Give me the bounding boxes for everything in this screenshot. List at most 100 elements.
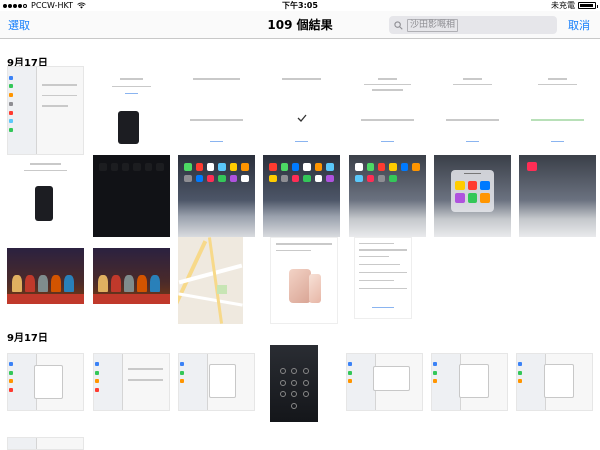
app-icon [355,163,363,171]
setting-icon [95,387,100,392]
photo-thumbnail[interactable] [93,66,170,155]
content-line [360,119,415,121]
content-line [359,271,407,274]
setting-icon [9,379,14,384]
setting-icon [348,370,353,375]
setting-icon [518,370,523,375]
battery-fill [580,4,593,7]
app-icon [314,163,323,171]
photo-thumbnail[interactable] [434,155,511,237]
photo-thumbnail[interactable] [93,353,170,411]
app-icon [467,193,478,203]
photo-thumbnail[interactable] [434,66,511,155]
status-bar: PCCW-HKT 下午3:05 未充電 [0,0,600,11]
folder-popup [450,169,495,213]
app-icon [292,163,300,171]
content-line [41,84,77,86]
photo-thumbnail[interactable] [178,155,255,237]
content-line [210,140,223,143]
photo-thumbnail[interactable] [7,353,84,411]
app-icon [195,163,204,171]
app-icon [241,163,249,171]
photo-thumbnail[interactable] [7,155,84,237]
app-icon [218,163,226,171]
photo-thumbnail[interactable] [93,248,170,304]
app-icon [99,163,107,171]
photo-thumbnail[interactable] [346,353,423,411]
photo-thumbnail[interactable] [519,155,596,237]
photo-thumbnail[interactable] [516,353,593,411]
photo-thumbnail[interactable] [354,237,412,319]
settings-sidebar [347,354,376,410]
map-street [178,292,243,307]
photo-thumbnail[interactable] [178,353,255,411]
content-line [23,169,68,172]
ipad-image [34,186,54,221]
setting-icon [95,379,100,384]
map-park [217,284,228,294]
setting-icon [9,110,14,115]
app-icon [195,174,204,183]
search-icon [394,20,403,30]
content-line [371,306,395,309]
photo-thumbnail[interactable] [349,66,426,155]
app-icon [110,163,119,171]
app-icon [184,174,192,183]
photo-thumbnail[interactable] [178,237,243,324]
game-character [110,274,121,292]
app-icon [389,174,397,183]
cancel-button[interactable]: 取消 [568,17,590,33]
content-line [548,78,567,80]
photo-thumbnail[interactable] [93,155,170,237]
popup-panel [459,364,489,398]
app-icon [229,174,238,183]
nav-bar: 選取 109 個結果 沙田影嘅相 取消 [0,11,600,39]
content-line [530,119,585,121]
photo-thumbnail[interactable] [349,155,426,237]
settings-sidebar [8,67,37,154]
photo-thumbnail[interactable] [263,155,340,237]
keypad-key [302,391,309,398]
photo-thumbnail[interactable] [7,437,84,450]
app-icon [229,163,238,171]
photo-thumbnail[interactable] [270,237,338,324]
settings-sidebar [94,354,123,410]
popup-panel [372,366,410,391]
app-icon [366,163,375,171]
photo-thumbnail[interactable] [431,353,508,411]
setting-icon [180,362,185,367]
photo-thumbnail[interactable] [263,66,340,155]
content-line [193,78,240,80]
content-line [127,368,163,370]
app-icon [314,174,323,183]
app-grid [184,163,249,183]
popup-panel [34,365,63,399]
photo-thumbnail[interactable] [7,66,84,155]
app-icon [378,163,386,171]
app-icon [455,193,465,203]
setting-icon [9,370,14,375]
content-line [551,140,564,143]
search-field[interactable]: 沙田影嘅相 [389,16,557,34]
content-line [276,243,332,245]
content-line [282,78,321,80]
popup-panel [209,364,236,398]
content-line [125,92,138,95]
content-line [359,279,395,282]
setting-icon [9,93,14,98]
map-road [207,237,224,324]
content-line [189,119,244,121]
photo-thumbnail[interactable] [178,66,255,155]
setting-icon [9,119,14,124]
photo-thumbnail[interactable] [519,66,596,155]
photo-thumbnail[interactable] [270,345,318,422]
popup-panel [544,364,574,398]
status-right: 未充電 [551,0,598,11]
app-icon [280,163,289,171]
content-line [466,140,479,143]
battery-icon [578,2,598,9]
photo-thumbnail[interactable] [7,248,84,304]
keypad-key [279,379,286,386]
game-footer-bar [93,293,170,304]
search-query: 沙田影嘅相 [407,18,459,32]
